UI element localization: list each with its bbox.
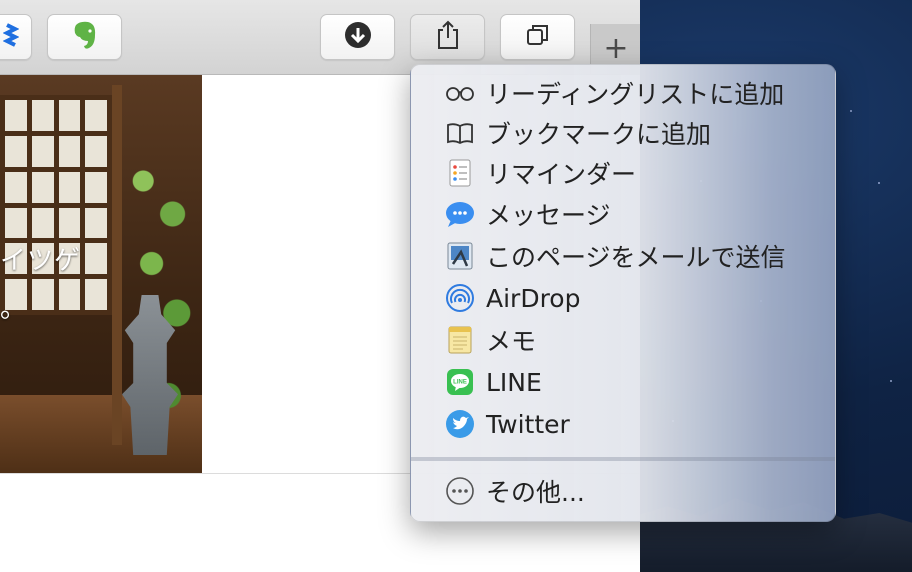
menu-item-label: リマインダー [486,160,637,189]
line-icon: LINE [445,367,475,397]
share-button[interactable] [410,14,485,60]
menu-item-messages[interactable]: メッセージ [411,194,835,234]
menu-item-label: メモ [486,327,537,356]
bookmark-book-icon [445,118,475,148]
menu-item-label: このページをメールで送信 [486,243,786,272]
menu-item-reading-list[interactable]: リーディングリストに追加 [411,73,835,113]
dropbox-icon [2,23,20,51]
mail-icon [445,241,475,271]
tabs-overview-button[interactable] [500,14,575,60]
share-icon [435,20,461,54]
menu-item-mail[interactable]: このページをメールで送信 [411,236,835,276]
reading-list-icon [445,78,475,108]
menu-item-label: LINE [486,367,542,397]
messages-icon [445,199,475,229]
dropbox-button[interactable] [0,14,32,60]
menu-item-label: その他... [486,478,585,507]
menu-item-label: Twitter [486,409,570,439]
shoji-screen [0,95,112,315]
share-menu: リーディングリストに追加 ブックマークに追加 リマインダー メッセージ このペー… [410,64,836,522]
plus-icon: + [603,31,629,66]
menu-item-label: ブックマークに追加 [486,120,712,149]
svg-text:LINE: LINE [453,380,467,386]
page-text-line: イツゲ [0,246,82,276]
download-icon [344,21,372,53]
more-icon [445,476,475,506]
reminders-icon [445,158,475,188]
menu-item-bookmark[interactable]: ブックマークに追加 [411,113,835,153]
menu-separator [411,457,835,461]
menu-item-label: メッセージ [486,201,611,230]
menu-item-more[interactable]: その他... [411,471,835,511]
menu-item-twitter[interactable]: Twitter [411,404,835,444]
menu-item-label: AirDrop [486,283,581,313]
evernote-icon [70,19,100,55]
menu-item-notes[interactable]: メモ [411,320,835,360]
airdrop-icon [445,283,475,313]
notes-icon [445,325,475,355]
menu-item-line[interactable]: LINE LINE [411,362,835,402]
page-text-line: 。 [0,294,28,324]
download-button[interactable] [320,14,395,60]
menu-item-label: リーディングリストに追加 [486,80,785,109]
menu-item-airdrop[interactable]: AirDrop [411,278,835,318]
evernote-button[interactable] [47,14,122,60]
menu-item-reminders[interactable]: リマインダー [411,153,835,193]
tabs-overview-icon [525,22,551,52]
twitter-icon [445,409,475,439]
